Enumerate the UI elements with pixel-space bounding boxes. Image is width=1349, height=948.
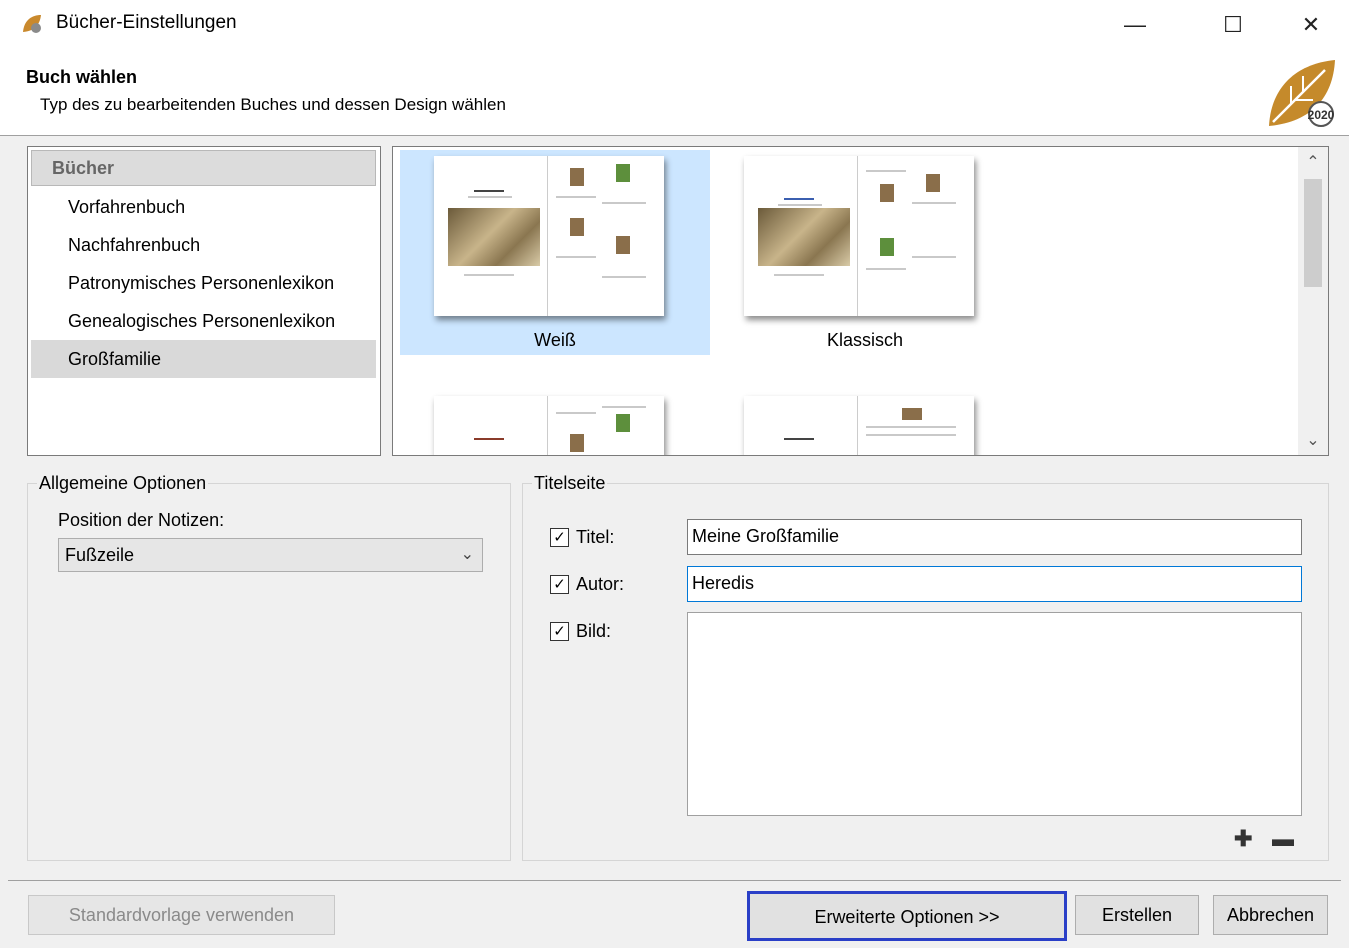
title-bar: Bücher-Einstellungen — ☐ ✕: [0, 0, 1349, 50]
design-gallery[interactable]: Weiß Klassisch ⌃ ⌄: [392, 146, 1329, 456]
design-tile-4[interactable]: [710, 390, 1020, 455]
design-tile-3[interactable]: [400, 390, 710, 455]
design-thumbnail: [744, 156, 974, 316]
list-item-patronymisches[interactable]: Patronymisches Personenlexikon: [31, 264, 376, 302]
design-label: Klassisch: [826, 330, 904, 350]
list-item-grossfamilie[interactable]: Großfamilie: [31, 340, 376, 378]
image-list-box[interactable]: [687, 612, 1302, 816]
dialog-header: Buch wählen Typ des zu bearbeitenden Buc…: [0, 50, 1349, 136]
author-checkbox[interactable]: ✓: [550, 575, 569, 594]
add-image-icon[interactable]: ✚: [1234, 826, 1252, 852]
title-page-label: Titelseite: [532, 473, 608, 494]
scroll-up-icon[interactable]: ⌃: [1298, 147, 1328, 177]
remove-image-icon[interactable]: ▬: [1272, 826, 1294, 852]
header-subtitle: Typ des zu bearbeitenden Buches und dess…: [40, 95, 506, 114]
close-button[interactable]: ✕: [1281, 0, 1341, 50]
heredis-logo: 2020: [1265, 58, 1337, 130]
cancel-button[interactable]: Abbrechen: [1213, 895, 1328, 935]
logo-text: 2020: [1308, 108, 1335, 122]
image-checkbox[interactable]: ✓: [550, 622, 569, 641]
chevron-down-icon: ⌄: [460, 546, 474, 563]
gallery-scrollbar[interactable]: ⌃ ⌄: [1298, 147, 1328, 455]
header-title: Buch wählen: [26, 67, 138, 87]
title-field[interactable]: Meine Großfamilie: [687, 519, 1302, 555]
design-thumbnail: [434, 396, 664, 455]
advanced-options-button[interactable]: Erweiterte Optionen >>: [747, 891, 1067, 941]
checkmark-icon: ✓: [553, 623, 566, 640]
design-tile-klassisch[interactable]: Klassisch: [710, 150, 1020, 355]
design-thumbnail: [434, 156, 664, 316]
image-checkbox-label: Bild:: [576, 621, 612, 641]
notes-position-value: Fußzeile: [65, 545, 135, 565]
book-type-list[interactable]: Bücher Vorfahrenbuch Nachfahrenbuch Patr…: [27, 146, 381, 456]
list-item-nachfahrenbuch[interactable]: Nachfahrenbuch: [31, 226, 376, 264]
scroll-down-icon[interactable]: ⌄: [1298, 425, 1328, 455]
list-header: Bücher: [31, 150, 376, 186]
list-item-genealogisches[interactable]: Genealogisches Personenlexikon: [31, 302, 376, 340]
title-checkbox[interactable]: ✓: [550, 528, 569, 547]
design-tile-weiss[interactable]: Weiß: [400, 150, 710, 355]
app-icon: [20, 12, 44, 36]
create-button[interactable]: Erstellen: [1075, 895, 1199, 935]
maximize-button[interactable]: ☐: [1203, 0, 1263, 50]
notes-position-label: Position der Notizen:: [58, 510, 225, 530]
design-label: Weiß: [534, 330, 576, 350]
use-default-template-button[interactable]: Standardvorlage verwenden: [28, 895, 335, 935]
checkmark-icon: ✓: [553, 576, 566, 593]
title-checkbox-label: Titel:: [576, 527, 615, 547]
scroll-thumb[interactable]: [1304, 179, 1322, 287]
author-field[interactable]: Heredis: [687, 566, 1302, 602]
design-thumbnail: [744, 396, 974, 455]
checkmark-icon: ✓: [553, 529, 566, 546]
notes-position-select[interactable]: Fußzeile ⌄: [58, 538, 483, 572]
window-title: Bücher-Einstellungen: [56, 12, 237, 33]
author-checkbox-label: Autor:: [576, 574, 625, 594]
footer-divider: [8, 880, 1341, 881]
minimize-button[interactable]: —: [1105, 0, 1165, 50]
general-options-label: Allgemeine Optionen: [37, 473, 209, 494]
list-item-vorfahrenbuch[interactable]: Vorfahrenbuch: [31, 188, 376, 226]
